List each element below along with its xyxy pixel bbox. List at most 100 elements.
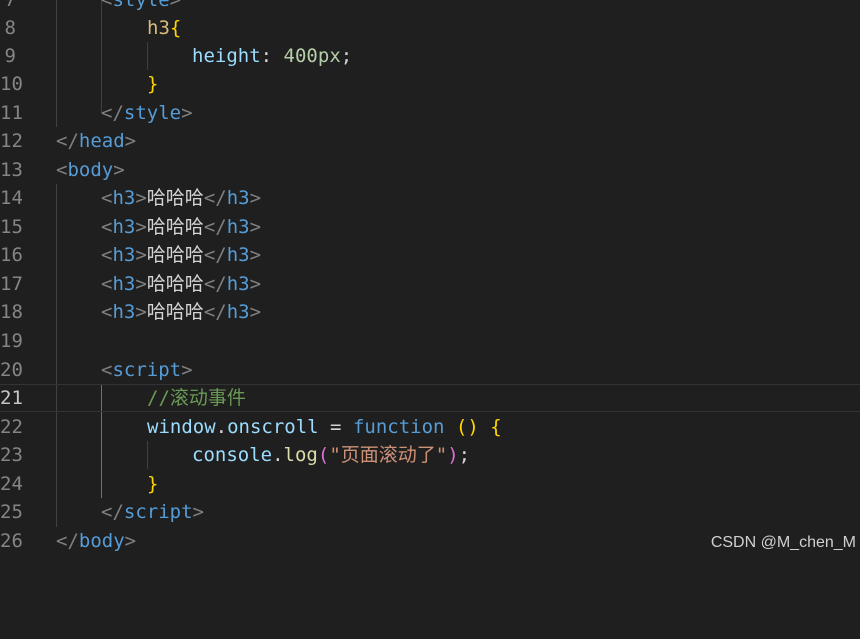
line-number: 9 xyxy=(4,45,16,67)
line-number: 19 xyxy=(0,330,23,352)
tag-close: > xyxy=(124,530,137,552)
tag-close: > xyxy=(249,216,262,238)
line-number: 10 xyxy=(0,73,23,95)
tag-open: </ xyxy=(203,301,227,323)
css-number: 400 xyxy=(283,45,318,67)
tag-open: < xyxy=(101,0,113,11)
tag-open: < xyxy=(101,301,113,323)
line-number: 11 xyxy=(0,102,23,124)
code-line[interactable]: 15 <h3>哈哈哈</h3> xyxy=(0,213,860,241)
tag-close: > xyxy=(135,216,147,238)
tag-close: > xyxy=(135,301,147,323)
code-line[interactable]: 20 <script> xyxy=(0,356,860,384)
tag-close: > xyxy=(181,102,193,124)
tag-name: h3 xyxy=(226,187,250,209)
identifier: window xyxy=(147,416,216,438)
line-number: 26 xyxy=(0,530,23,552)
tag-close: > xyxy=(249,244,262,266)
operator: = xyxy=(318,416,353,438)
tag-name: h3 xyxy=(112,301,136,323)
code-line[interactable]: 24 } xyxy=(0,470,860,498)
tag-close: > xyxy=(124,130,137,152)
tag-open: < xyxy=(101,359,113,381)
tag-close: > xyxy=(249,273,262,295)
line-number: 7 xyxy=(4,0,16,11)
css-unit: px xyxy=(317,45,341,67)
tag-close: > xyxy=(169,0,182,11)
tag-open: </ xyxy=(203,216,227,238)
line-number: 18 xyxy=(0,301,23,323)
line-number: 25 xyxy=(0,501,23,523)
tag-open: < xyxy=(101,187,113,209)
line-number-active: 21 xyxy=(0,387,23,409)
string-literal: "页面滚动了" xyxy=(329,444,448,466)
tag-open: </ xyxy=(56,130,79,152)
paren-open: ( xyxy=(317,444,330,466)
line-number: 8 xyxy=(4,17,16,39)
code-editor[interactable]: 7 <style> 8 h3{ 9 height: 400px; 10 } 11… xyxy=(0,0,860,561)
tag-open: < xyxy=(101,244,113,266)
tag-name: style xyxy=(123,102,182,124)
tag-name: h3 xyxy=(226,244,250,266)
brace: { xyxy=(478,416,502,438)
css-property: height xyxy=(192,45,261,67)
line-number: 24 xyxy=(0,473,23,495)
tag-open: </ xyxy=(203,273,227,295)
code-line[interactable]: 25 </script> xyxy=(0,498,860,526)
tag-name: script xyxy=(112,359,182,381)
code-line-current[interactable]: 21 //滚动事件 xyxy=(0,384,860,412)
code-comment: //滚动事件 xyxy=(147,387,246,409)
text-content: 哈哈哈 xyxy=(146,216,204,238)
code-line[interactable]: 17 <h3>哈哈哈</h3> xyxy=(0,270,860,298)
tag-name: h3 xyxy=(112,244,136,266)
code-line[interactable]: 14 <h3>哈哈哈</h3> xyxy=(0,184,860,212)
tag-close: > xyxy=(181,359,193,381)
code-line[interactable]: 7 <style> xyxy=(0,0,860,14)
code-line[interactable]: 10 } xyxy=(0,70,860,98)
colon: : xyxy=(260,45,273,67)
tag-close: > xyxy=(113,159,125,181)
keyword: function xyxy=(352,416,445,438)
code-line[interactable]: 8 h3{ xyxy=(0,14,860,42)
tag-open: </ xyxy=(101,501,124,523)
brace: } xyxy=(147,73,159,95)
tag-open: < xyxy=(101,273,113,295)
tag-open: </ xyxy=(56,530,79,552)
code-line[interactable]: 9 height: 400px; xyxy=(0,42,860,70)
code-line[interactable]: 22 window.onscroll = function () { xyxy=(0,413,860,441)
tag-name: body xyxy=(67,159,114,181)
tag-open: </ xyxy=(203,244,227,266)
line-number: 17 xyxy=(0,273,23,295)
code-line[interactable]: 16 <h3>哈哈哈</h3> xyxy=(0,241,860,269)
code-line[interactable]: 13 <body> xyxy=(0,156,860,184)
code-line[interactable]: 23 console.log("页面滚动了"); xyxy=(0,441,860,469)
code-line[interactable]: 11 </style> xyxy=(0,99,860,127)
line-number: 13 xyxy=(0,159,23,181)
tag-close: > xyxy=(192,501,204,523)
tag-open: </ xyxy=(101,102,124,124)
identifier: console xyxy=(192,444,273,466)
code-line[interactable]: 18 <h3>哈哈哈</h3> xyxy=(0,298,860,326)
tag-open: </ xyxy=(203,187,227,209)
line-number: 14 xyxy=(0,187,23,209)
tag-close: > xyxy=(135,187,147,209)
code-line[interactable]: 19 xyxy=(0,327,860,355)
tag-close: > xyxy=(249,187,262,209)
tag-name: h3 xyxy=(112,187,136,209)
tag-name: h3 xyxy=(112,273,136,295)
tag-name: h3 xyxy=(112,216,136,238)
tag-name: head xyxy=(78,130,125,152)
text-content: 哈哈哈 xyxy=(146,187,204,209)
code-line[interactable]: 12 </head> xyxy=(0,127,860,155)
line-number: 16 xyxy=(0,244,23,266)
tag-close: > xyxy=(135,273,147,295)
tag-open: < xyxy=(56,159,68,181)
tag-close: > xyxy=(135,244,147,266)
text-content: 哈哈哈 xyxy=(146,301,204,323)
tag-name: h3 xyxy=(226,301,250,323)
text-content: 哈哈哈 xyxy=(146,244,204,266)
tag-open: < xyxy=(101,216,113,238)
semicolon: ; xyxy=(458,444,471,466)
line-number: 15 xyxy=(0,216,23,238)
tag-name: body xyxy=(78,530,125,552)
